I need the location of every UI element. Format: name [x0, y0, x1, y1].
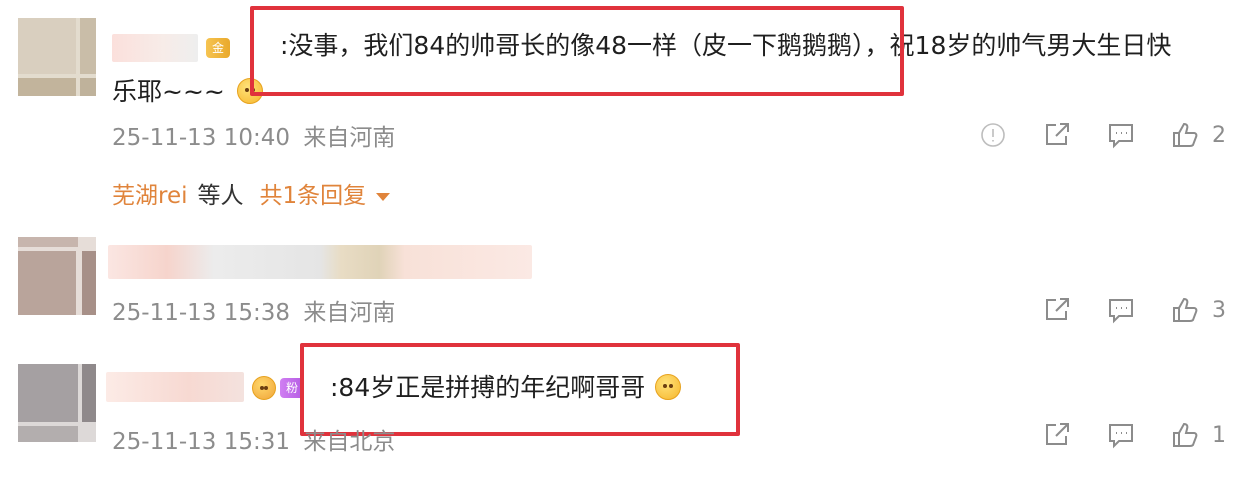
comment-meta: 25-11-13 15:38 来自河南 [112, 293, 395, 327]
comment-item-1: 金 :没事，我们84的帅哥长的像48一样（皮一下鹅鹅鹅），祝18岁的帅气男大生日… [0, 0, 1258, 215]
action-bar: 1 [1008, 420, 1226, 450]
location: 来自河南 [303, 125, 396, 151]
avatar[interactable] [18, 237, 96, 315]
reply-others: 等人 [197, 183, 244, 209]
comment-button[interactable] [1106, 420, 1136, 450]
like-button[interactable]: 2 [1170, 120, 1226, 150]
avatar[interactable] [18, 18, 96, 96]
highlight-box [250, 6, 904, 96]
share-icon [1046, 423, 1069, 445]
like-button[interactable]: 3 [1170, 295, 1226, 325]
share-button[interactable] [1042, 420, 1072, 450]
comment-text-line2: 乐耶~~~ [112, 77, 225, 106]
comment-meta: 25-11-13 10:40 来自河南 [112, 118, 395, 152]
like-count: 2 [1212, 122, 1226, 148]
report-button[interactable] [978, 120, 1008, 150]
report-icon [981, 123, 1005, 147]
share-icon [1046, 123, 1069, 145]
share-button[interactable] [1042, 295, 1072, 325]
like-count: 1 [1212, 422, 1226, 448]
timestamp: 25-11-13 10:40 [112, 125, 290, 151]
share-button[interactable] [1042, 120, 1072, 150]
like-icon [1173, 422, 1198, 447]
comment-meta: 25-11-13 15:31 来自北京 [112, 422, 395, 456]
like-count: 3 [1212, 297, 1226, 323]
location: 来自河南 [303, 300, 396, 326]
comment-icon [1109, 124, 1133, 149]
avatar[interactable] [18, 364, 96, 442]
comment-button[interactable] [1106, 295, 1136, 325]
like-icon [1173, 122, 1198, 147]
username-redacted[interactable] [112, 34, 198, 62]
member-badge: 金 [206, 38, 231, 58]
share-icon [1046, 298, 1069, 320]
comment-text-continued: 乐耶~~~ [112, 70, 263, 114]
comment-icon [1109, 299, 1133, 324]
like-button[interactable]: 1 [1170, 420, 1226, 450]
reply-summary[interactable]: 芜湖rei 等人 共1条回复 [112, 176, 391, 210]
comment-button[interactable] [1106, 120, 1136, 150]
comment-item-3: 粉 :84岁正是拼搏的年纪啊哥哥 25-11-13 15:31 来自北京 1 [0, 343, 1258, 496]
location: 来自北京 [303, 429, 396, 455]
emoji-icon [252, 376, 276, 400]
comment-item-2: 25-11-13 15:38 来自河南 3 [0, 225, 1258, 345]
timestamp: 25-11-13 15:31 [112, 429, 290, 455]
reply-total-link[interactable]: 共1条回复 [260, 183, 367, 209]
action-bar: 2 [944, 120, 1226, 150]
timestamp: 25-11-13 15:38 [112, 300, 290, 326]
reply-user[interactable]: 芜湖rei [112, 183, 188, 209]
action-bar: 3 [1008, 295, 1226, 325]
username-redacted[interactable] [106, 372, 244, 402]
like-icon [1173, 297, 1198, 322]
chevron-down-icon[interactable] [376, 192, 391, 201]
username-redacted[interactable] [108, 245, 532, 279]
comment-icon [1109, 424, 1133, 449]
